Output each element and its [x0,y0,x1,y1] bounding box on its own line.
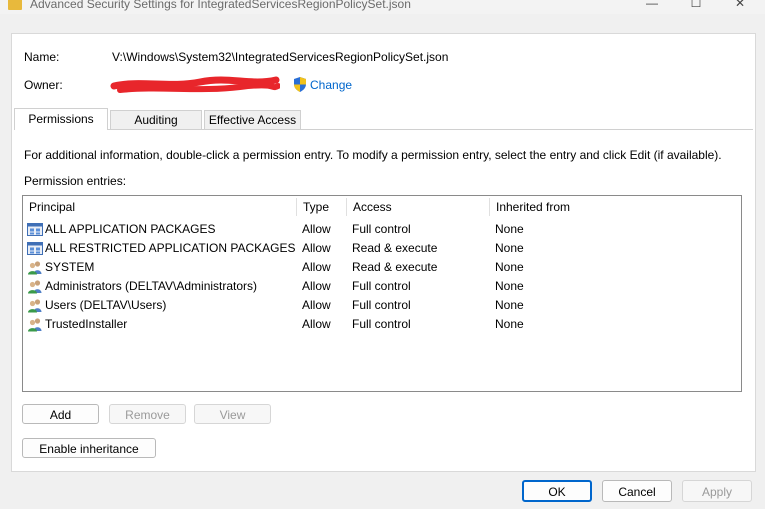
app-package-icon [27,242,43,255]
inherited-cell: None [495,279,524,293]
table-row[interactable]: ALL APPLICATION PACKAGES Allow Full cont… [23,220,741,239]
type-cell: Allow [302,298,331,312]
cancel-button[interactable]: Cancel [602,480,672,502]
security-panel: Name: V:\Windows\System32\IntegratedServ… [11,33,756,472]
change-owner-link[interactable]: Change [310,78,352,92]
tab-auditing[interactable]: Auditing [110,110,202,130]
principal-cell: Administrators (DELTAV\Administrators) [45,279,258,293]
users-group-icon [28,261,42,275]
app-package-icon [27,223,43,236]
principal-cell: TrustedInstaller [45,317,128,331]
type-cell: Allow [302,260,331,274]
name-value: V:\Windows\System32\IntegratedServicesRe… [112,50,449,64]
table-row[interactable]: Users (DELTAV\Users) Allow Full control … [23,296,741,315]
ok-button[interactable]: OK [522,480,592,502]
tab-permissions[interactable]: Permissions [14,108,108,130]
type-cell: Allow [302,317,331,331]
owner-label: Owner: [24,78,63,92]
inherited-cell: None [495,241,524,255]
maximize-button[interactable]: ☐ [684,0,708,12]
inherited-cell: None [495,222,524,236]
column-header-type[interactable]: Type [297,196,346,218]
close-button[interactable]: ✕ [728,0,752,12]
column-header-access[interactable]: Access [347,196,489,218]
tab-divider [14,129,753,130]
access-cell: Full control [352,298,411,312]
permission-entries-list[interactable]: Principal Type Access Inherited from ALL… [22,195,742,392]
users-group-icon [28,299,42,313]
table-row[interactable]: SYSTEM Allow Read & execute None [23,258,741,277]
type-cell: Allow [302,241,331,255]
remove-button[interactable]: Remove [109,404,186,424]
type-cell: Allow [302,279,331,293]
type-cell: Allow [302,222,331,236]
apply-button[interactable]: Apply [682,480,752,502]
minimize-button[interactable]: — [640,0,664,12]
enable-inheritance-button[interactable]: Enable inheritance [22,438,156,458]
users-group-icon [28,318,42,332]
window-title: Advanced Security Settings for Integrate… [30,0,411,11]
principal-cell: ALL APPLICATION PACKAGES [45,222,216,236]
add-button[interactable]: Add [22,404,99,424]
tab-effective-access[interactable]: Effective Access [204,110,301,130]
uac-shield-icon [294,77,306,92]
table-row[interactable]: ALL RESTRICTED APPLICATION PACKAGES Allo… [23,239,741,258]
access-cell: Read & execute [352,241,438,255]
title-bar: Advanced Security Settings for Integrate… [0,0,765,14]
view-button[interactable]: View [194,404,271,424]
table-row[interactable]: Administrators (DELTAV\Administrators) A… [23,277,741,296]
access-cell: Full control [352,279,411,293]
access-cell: Full control [352,222,411,236]
table-row[interactable]: TrustedInstaller Allow Full control None [23,315,741,334]
info-text: For additional information, double-click… [24,148,722,162]
principal-cell: Users (DELTAV\Users) [45,298,167,312]
inherited-cell: None [495,317,524,331]
column-header-inherited-from[interactable]: Inherited from [490,196,740,218]
inherited-cell: None [495,260,524,274]
name-label: Name: [24,50,60,64]
column-header-principal[interactable]: Principal [23,196,296,218]
owner-redaction [110,76,280,93]
folder-icon [8,0,22,10]
users-group-icon [28,280,42,294]
list-header: Principal Type Access Inherited from [23,196,741,218]
access-cell: Read & execute [352,260,438,274]
principal-cell: ALL RESTRICTED APPLICATION PACKAGES [45,241,296,255]
permission-entries-label: Permission entries: [24,174,127,188]
principal-cell: SYSTEM [45,260,95,274]
inherited-cell: None [495,298,524,312]
access-cell: Full control [352,317,411,331]
